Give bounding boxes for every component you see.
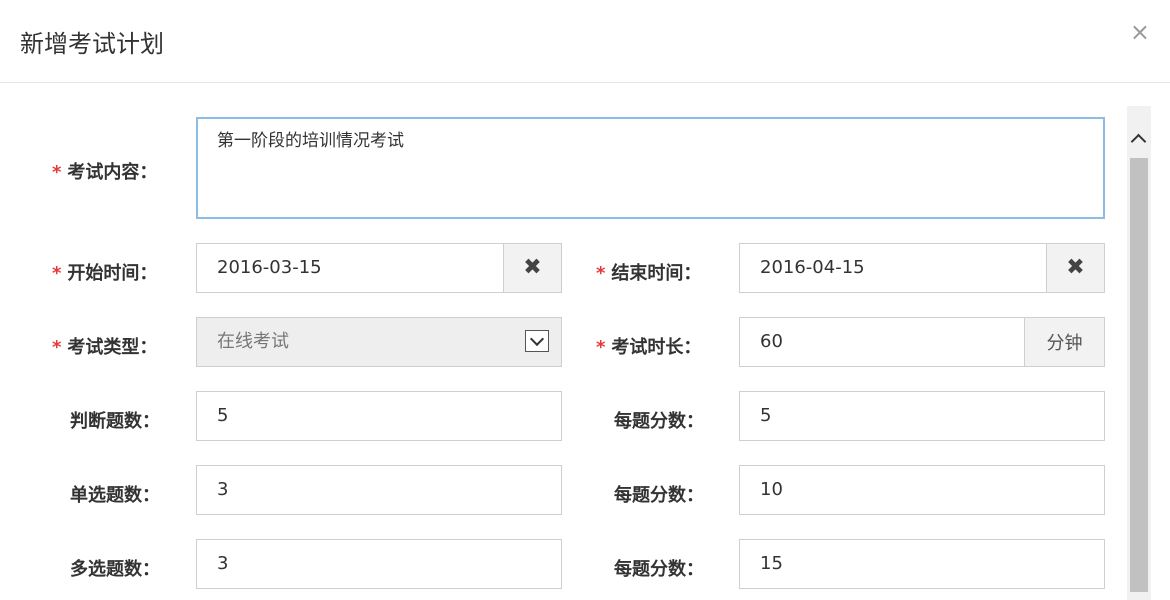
- duration-unit: 分钟: [1024, 318, 1104, 366]
- single-count-value: 3: [217, 479, 229, 500]
- clear-icon: ✖: [1066, 255, 1085, 280]
- exam-type-value: 在线考试: [217, 331, 289, 352]
- multi-count-label: 多选题数：: [70, 559, 160, 580]
- judge-count-value: 5: [217, 405, 229, 426]
- judge-score-value: 5: [760, 405, 772, 426]
- duration-label: * 考试时长：: [596, 337, 702, 358]
- exam-type-select[interactable]: 在线考试: [196, 317, 562, 367]
- duration-input[interactable]: 60 分钟: [739, 317, 1105, 367]
- single-count-label: 单选题数：: [70, 485, 160, 506]
- content-label: * 考试内容：: [52, 162, 158, 183]
- scroll-up-icon[interactable]: [1130, 133, 1147, 150]
- single-score-input[interactable]: 10: [739, 465, 1105, 515]
- close-icon[interactable]: ×: [1130, 20, 1150, 44]
- exam-type-label: * 考试类型：: [52, 337, 158, 358]
- required-mark: *: [596, 263, 606, 284]
- end-time-label: * 结束时间：: [596, 263, 702, 284]
- required-mark: *: [52, 337, 62, 358]
- end-time-clear-button[interactable]: ✖: [1046, 244, 1104, 292]
- judge-count-input[interactable]: 5: [196, 391, 562, 441]
- multi-score-input[interactable]: 15: [739, 539, 1105, 589]
- scrollbar-thumb[interactable]: [1130, 158, 1148, 592]
- start-time-clear-button[interactable]: ✖: [503, 244, 561, 292]
- duration-unit-label: 分钟: [1046, 333, 1083, 354]
- start-time-input[interactable]: 2016-03-15 ✖: [196, 243, 562, 293]
- multi-score-value: 15: [760, 553, 783, 574]
- content-textarea[interactable]: 第一阶段的培训情况考试: [196, 117, 1105, 219]
- end-time-value: 2016-04-15: [760, 257, 865, 278]
- single-score-value: 10: [760, 479, 783, 500]
- scrollbar[interactable]: [1127, 106, 1151, 600]
- judge-score-input[interactable]: 5: [739, 391, 1105, 441]
- end-time-input[interactable]: 2016-04-15 ✖: [739, 243, 1105, 293]
- clear-icon: ✖: [523, 255, 542, 280]
- content-value: 第一阶段的培训情况考试: [217, 131, 404, 151]
- start-time-label: * 开始时间：: [52, 263, 158, 284]
- required-mark: *: [52, 162, 62, 183]
- single-count-input[interactable]: 3: [196, 465, 562, 515]
- start-time-value: 2016-03-15: [217, 257, 322, 278]
- judge-count-label: 判断题数：: [70, 411, 160, 432]
- multi-count-value: 3: [217, 553, 229, 574]
- dialog-title: 新增考试计划: [20, 30, 164, 58]
- required-mark: *: [596, 337, 606, 358]
- single-score-label: 每题分数：: [614, 485, 704, 506]
- multi-count-input[interactable]: 3: [196, 539, 562, 589]
- duration-value: 60: [760, 331, 783, 352]
- dialog-header: 新增考试计划 ×: [0, 0, 1170, 83]
- required-mark: *: [52, 263, 62, 284]
- chevron-down-icon[interactable]: [525, 330, 549, 352]
- judge-score-label: 每题分数：: [614, 411, 704, 432]
- multi-score-label: 每题分数：: [614, 559, 704, 580]
